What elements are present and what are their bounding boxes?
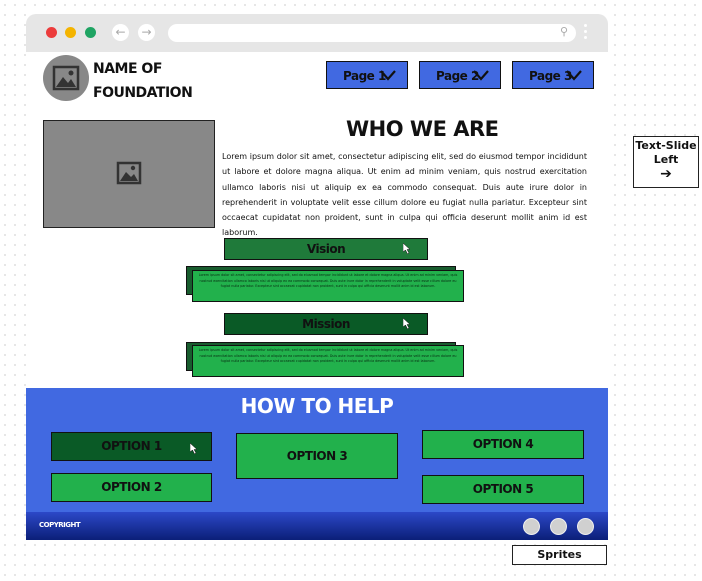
- browser-window: ← → ⚲ Name of Foundation Page 1 Page 2 P…: [26, 14, 608, 540]
- option-1-button[interactable]: Option 1: [51, 432, 212, 461]
- organization-name: Name of Foundation: [93, 61, 193, 101]
- sprites-annotation: Sprites: [512, 545, 607, 565]
- about-paragraph: Lorem ipsum dolor sit amet, consectetur …: [222, 152, 587, 238]
- vision-text-card: Lorem ipsum dolor sit amet, consectetur …: [192, 270, 464, 302]
- mission-text-card: Lorem ipsum dolor sit amet, consectetur …: [192, 345, 464, 377]
- cursor-icon: [403, 243, 411, 254]
- option-label: Option 4: [472, 437, 534, 451]
- text-slide-annotation: Text-Slide Left ➔: [633, 136, 699, 188]
- nav-page-3-button[interactable]: Page 3: [512, 61, 594, 89]
- option-4-button[interactable]: Option 4: [422, 430, 584, 459]
- back-arrow-icon[interactable]: ←: [112, 24, 129, 41]
- help-heading: How to Help: [240, 394, 394, 418]
- nav-page-2-button[interactable]: Page 2: [419, 61, 501, 89]
- chevron-down-icon: [473, 70, 489, 81]
- social-icon-2[interactable]: [550, 518, 567, 535]
- image-icon: [116, 161, 142, 185]
- option-label: Option 3: [286, 449, 348, 463]
- option-label: Option 5: [472, 482, 534, 496]
- browser-menu-icon[interactable]: [584, 24, 587, 42]
- vision-label: Vision: [306, 242, 346, 256]
- option-2-button[interactable]: Option 2: [51, 473, 212, 502]
- search-icon: ⚲: [559, 25, 568, 38]
- copyright-text: COPYRIGHT: [39, 521, 81, 529]
- option-5-button[interactable]: Option 5: [422, 475, 584, 504]
- how-to-help-section: How to Help Option 1 Option 2 Option 3 O…: [26, 388, 608, 512]
- chevron-down-icon: [380, 70, 396, 81]
- cursor-icon: [403, 318, 411, 329]
- cursor-icon: [190, 443, 198, 454]
- image-icon: [52, 65, 80, 91]
- forward-arrow-icon[interactable]: →: [138, 24, 155, 41]
- browser-toolbar: ← → ⚲: [26, 14, 608, 52]
- social-icon-3[interactable]: [577, 518, 594, 535]
- chevron-down-icon: [566, 70, 582, 81]
- option-label: Option 2: [101, 480, 162, 494]
- vision-toggle[interactable]: Vision: [224, 238, 428, 260]
- address-bar[interactable]: ⚲: [168, 24, 576, 42]
- mission-label: Mission: [302, 317, 350, 331]
- mission-toggle[interactable]: Mission: [224, 313, 428, 335]
- logo-placeholder: [43, 55, 89, 101]
- option-3-button[interactable]: Option 3: [236, 433, 398, 479]
- close-window-dot[interactable]: [46, 27, 57, 38]
- annotation-label: Text-Slide Left: [635, 139, 697, 166]
- about-image-placeholder: [43, 120, 215, 228]
- social-icon-1[interactable]: [523, 518, 540, 535]
- option-label: Option 1: [101, 439, 162, 453]
- about-heading: Who We Are: [346, 117, 499, 141]
- footer: COPYRIGHT: [26, 512, 608, 540]
- maximize-window-dot[interactable]: [85, 27, 96, 38]
- right-arrow-icon: ➔: [660, 166, 672, 182]
- nav-page-1-button[interactable]: Page 1: [326, 61, 408, 89]
- minimize-window-dot[interactable]: [65, 27, 76, 38]
